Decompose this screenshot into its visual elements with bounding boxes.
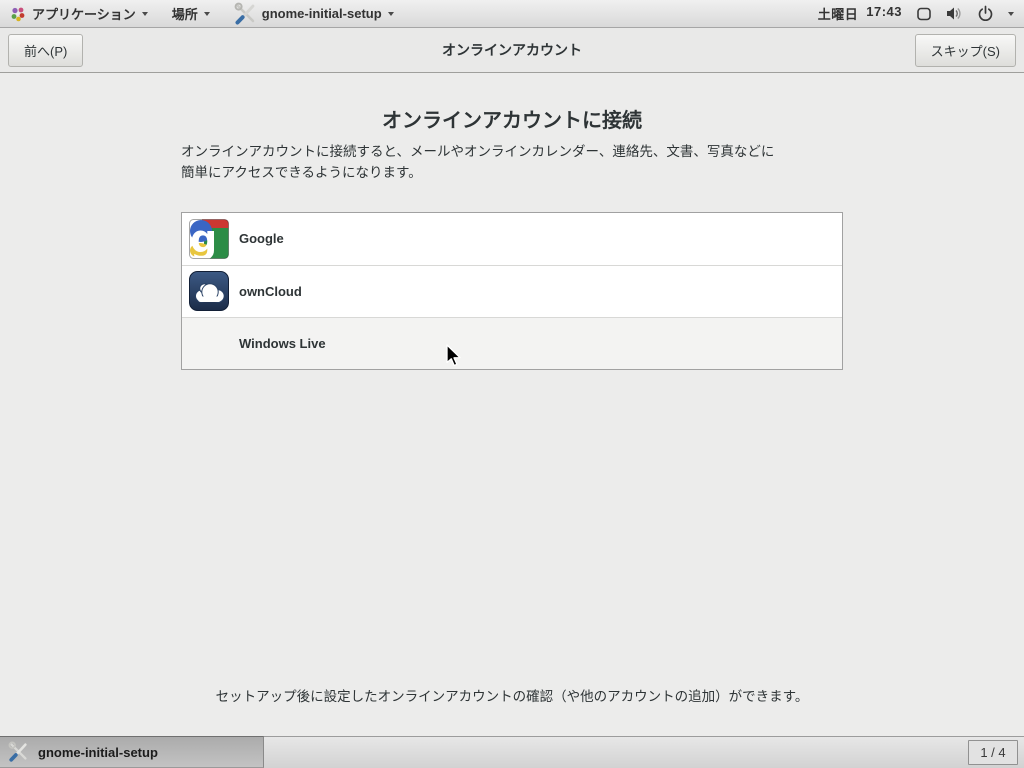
page-heading: オンラインアカウントに接続 — [0, 73, 1024, 133]
footer-hint: セットアップ後に設定したオンラインアカウントの確認（や他のアカウントの追加）がで… — [0, 685, 1024, 705]
applications-grid-icon — [10, 6, 26, 22]
app-menu-gnome-initial-setup[interactable]: gnome-initial-setup — [234, 2, 394, 26]
chevron-down-icon — [388, 12, 394, 16]
top-panel: アプリケーション 場所 gnome-initial-setup 土曜日 17:4… — [0, 0, 1024, 28]
back-button[interactable]: 前へ(P) — [8, 34, 83, 67]
chevron-down-icon — [142, 12, 148, 16]
provider-label: Google — [239, 231, 284, 246]
volume-icon[interactable] — [946, 6, 963, 21]
setup-tools-icon — [234, 2, 258, 26]
account-provider-list: g Google — [181, 212, 843, 370]
system-menu-caret-icon[interactable] — [1008, 12, 1014, 16]
applications-menu-label: アプリケーション — [32, 4, 136, 23]
description-line: オンラインアカウントに接続すると、メールやオンラインカレンダー、連絡先、文書、写… — [181, 142, 843, 163]
headerbar: 前へ(P) オンラインアカウント スキップ(S) — [0, 28, 1024, 73]
owncloud-logo-icon — [189, 271, 229, 311]
bottom-taskbar: gnome-initial-setup 1 / 4 — [0, 736, 1024, 768]
provider-row-windows-live[interactable]: Windows Live — [182, 317, 842, 369]
provider-row-google[interactable]: g Google — [182, 213, 842, 265]
desktop: アプリケーション 場所 gnome-initial-setup 土曜日 17:4… — [0, 0, 1024, 768]
google-logo-icon: g — [189, 219, 229, 259]
page-description: オンラインアカウントに接続すると、メールやオンラインカレンダー、連絡先、文書、写… — [181, 142, 843, 184]
skip-button[interactable]: スキップ(S) — [915, 34, 1016, 67]
setup-tools-icon — [8, 741, 30, 763]
places-menu-label: 場所 — [172, 4, 198, 23]
app-menu-label: gnome-initial-setup — [262, 6, 382, 21]
clock[interactable]: 土曜日 17:43 — [818, 4, 902, 23]
chevron-down-icon — [204, 12, 210, 16]
places-menu[interactable]: 場所 — [172, 4, 210, 23]
page-title: オンラインアカウント — [0, 40, 1024, 60]
power-icon[interactable] — [977, 5, 994, 22]
description-line: 簡単にアクセスできるようになります。 — [181, 163, 843, 184]
taskbar-window-label: gnome-initial-setup — [38, 745, 158, 760]
provider-label: ownCloud — [239, 284, 302, 299]
clock-date: 土曜日 — [818, 4, 859, 23]
taskbar-window-button[interactable]: gnome-initial-setup — [0, 736, 264, 768]
clock-time: 17:43 — [866, 4, 902, 23]
online-accounts-page: オンラインアカウントに接続 オンラインアカウントに接続すると、メールやオンライン… — [0, 73, 1024, 735]
applications-menu[interactable]: アプリケーション — [10, 4, 148, 23]
workspace-switcher[interactable]: 1 / 4 — [968, 740, 1018, 765]
display-icon[interactable] — [916, 6, 932, 22]
provider-label: Windows Live — [239, 336, 326, 351]
svg-text:g: g — [190, 219, 217, 259]
panel-status-area: 土曜日 17:43 — [818, 4, 1014, 23]
provider-row-owncloud[interactable]: ownCloud — [182, 265, 842, 317]
